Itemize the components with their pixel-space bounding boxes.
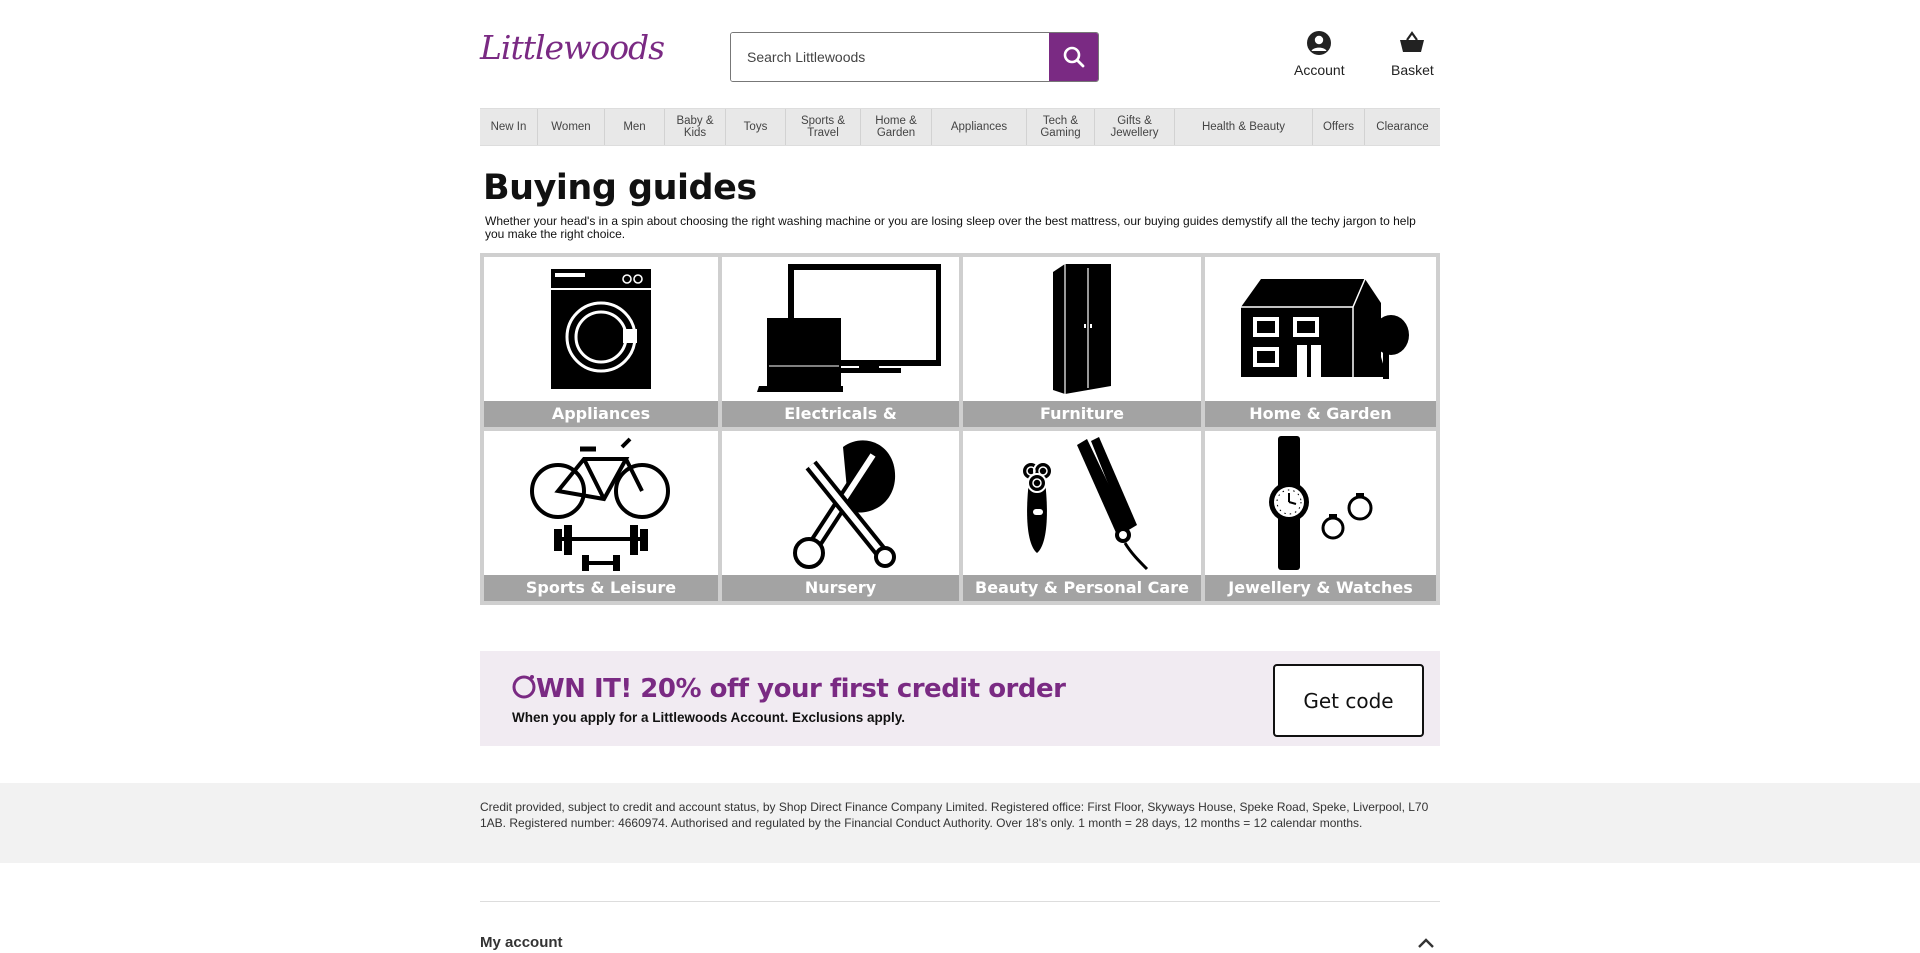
- nav-item-baby-kids[interactable]: Baby & Kids: [665, 109, 726, 145]
- account-icon: [1307, 31, 1332, 55]
- site-header: Littlewoods Account Basket: [480, 0, 1440, 105]
- tv-laptop-icon: [756, 264, 941, 392]
- nav-item-home-garden[interactable]: Home & Garden: [861, 109, 932, 145]
- promo-headline: WN IT! 20% off your first credit order: [512, 673, 1066, 704]
- nav-item-tech-gaming[interactable]: Tech & Gaming: [1027, 109, 1095, 145]
- search-icon: [1063, 46, 1084, 68]
- account-label: Account: [1294, 62, 1345, 78]
- nav-item-women[interactable]: Women: [538, 109, 605, 145]
- search-input[interactable]: [731, 33, 1049, 81]
- guide-label: Nursery: [722, 575, 959, 601]
- nav-item-new-in[interactable]: New In: [480, 109, 538, 145]
- chevron-up-icon: [1418, 937, 1434, 948]
- guide-label: Sports & Leisure: [484, 575, 718, 601]
- guide-tile-nursery[interactable]: Nursery: [720, 429, 961, 603]
- guide-tile-appliances[interactable]: Appliances: [482, 255, 720, 429]
- footer-divider: [480, 901, 1440, 902]
- main-nav: New In Women Men Baby & Kids Toys Sports…: [480, 108, 1440, 146]
- guide-label: Home & Garden: [1205, 401, 1436, 427]
- guide-label: Electricals & Entertainment: [722, 401, 959, 427]
- guide-tile-sports-leisure[interactable]: Sports & Leisure: [482, 429, 720, 603]
- legal-band: Credit provided, subject to credit and a…: [0, 783, 1920, 863]
- pram-icon: [792, 440, 896, 569]
- search-button[interactable]: [1049, 33, 1098, 81]
- basket-link[interactable]: Basket: [1391, 30, 1434, 78]
- nav-item-clearance[interactable]: Clearance: [1365, 109, 1440, 145]
- account-link[interactable]: Account: [1294, 30, 1345, 78]
- nav-item-health-beauty[interactable]: Health & Beauty: [1175, 109, 1313, 145]
- legal-text: Credit provided, subject to credit and a…: [480, 800, 1429, 830]
- promo-subtext: When you apply for a Littlewoods Account…: [512, 710, 906, 725]
- guide-label: Appliances: [484, 401, 718, 427]
- own-it-circle-icon: [512, 675, 536, 699]
- guide-label: Furniture: [963, 401, 1201, 427]
- basket-icon: [1400, 31, 1425, 52]
- bicycle-dumbbell-icon: [530, 437, 670, 571]
- watch-rings-icon: [1268, 436, 1372, 570]
- guide-label: Beauty & Personal Care: [963, 575, 1201, 601]
- nav-item-appliances[interactable]: Appliances: [932, 109, 1027, 145]
- my-account-accordion[interactable]: My account: [480, 934, 1440, 951]
- promo-banner: WN IT! 20% off your first credit order W…: [480, 651, 1440, 746]
- guide-tile-furniture[interactable]: Furniture: [961, 255, 1203, 429]
- guide-tile-home-garden[interactable]: Home & Garden: [1203, 255, 1438, 429]
- guide-tile-beauty-personal-care[interactable]: Beauty & Personal Care: [961, 429, 1203, 603]
- house-icon: [1240, 278, 1409, 379]
- guide-tile-electricals-entertainment[interactable]: Electricals & Entertainment: [720, 255, 961, 429]
- littlewoods-logo[interactable]: Littlewoods: [480, 28, 665, 67]
- basket-label: Basket: [1391, 62, 1434, 78]
- washing-machine-icon: [551, 269, 651, 389]
- search-bar: [730, 32, 1099, 82]
- nav-item-gifts-jewellery[interactable]: Gifts & Jewellery: [1095, 109, 1175, 145]
- get-code-button[interactable]: Get code: [1273, 664, 1424, 737]
- page-title: Buying guides: [483, 168, 757, 208]
- shaver-straightener-icon: [1021, 437, 1149, 571]
- guide-label: Jewellery & Watches: [1205, 575, 1436, 601]
- buying-guides-grid: Appliances Electricals & Entertainment: [480, 253, 1440, 605]
- nav-item-men[interactable]: Men: [605, 109, 665, 145]
- nav-item-sports-travel[interactable]: Sports & Travel: [786, 109, 861, 145]
- nav-item-toys[interactable]: Toys: [726, 109, 786, 145]
- page-intro: Whether your head's in a spin about choo…: [485, 214, 1416, 241]
- guide-tile-jewellery-watches[interactable]: Jewellery & Watches: [1203, 429, 1438, 603]
- wardrobe-icon: [1053, 264, 1111, 394]
- promo-headline-text: WN IT! 20% off your first credit order: [536, 674, 1066, 704]
- nav-item-offers[interactable]: Offers: [1313, 109, 1365, 145]
- my-account-label: My account: [480, 934, 563, 951]
